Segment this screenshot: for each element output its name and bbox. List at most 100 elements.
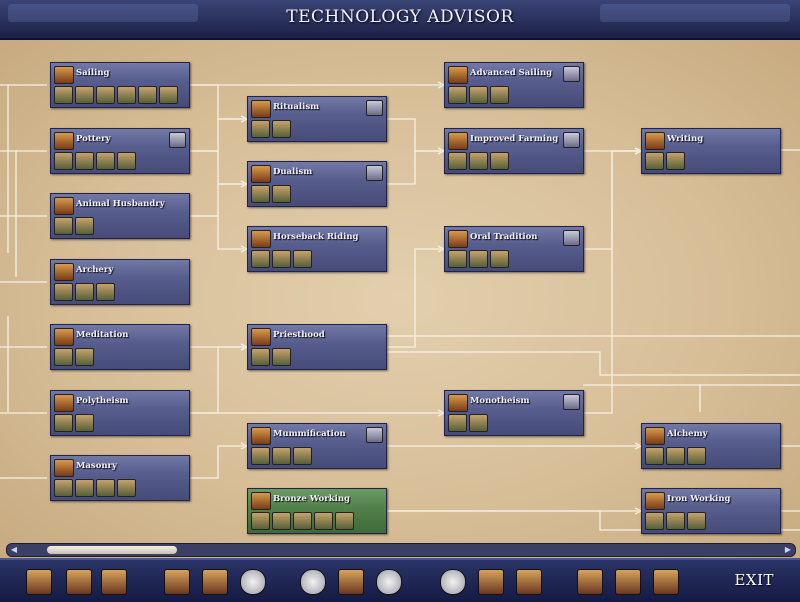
tech-card-meditation[interactable]: Meditation bbox=[50, 324, 190, 370]
unlock-icon[interactable] bbox=[54, 283, 73, 301]
unlock-icon[interactable] bbox=[645, 152, 664, 170]
unlock-icon[interactable] bbox=[645, 447, 664, 465]
unlock-icon[interactable] bbox=[251, 120, 270, 138]
unlock-icon[interactable] bbox=[54, 217, 73, 235]
unlock-icon[interactable] bbox=[448, 250, 467, 268]
advisor-icon[interactable] bbox=[516, 569, 542, 595]
unlock-icon[interactable] bbox=[272, 185, 291, 203]
unlock-icon[interactable] bbox=[54, 86, 73, 104]
unlock-icon[interactable] bbox=[75, 479, 94, 497]
unlock-icon[interactable] bbox=[251, 512, 270, 530]
unlock-icon[interactable] bbox=[293, 447, 312, 465]
disc-icon[interactable] bbox=[440, 569, 466, 595]
unlock-icon[interactable] bbox=[314, 512, 333, 530]
disc-icon[interactable] bbox=[376, 569, 402, 595]
tech-card-masonry[interactable]: Masonry bbox=[50, 455, 190, 501]
unlock-icon[interactable] bbox=[75, 348, 94, 366]
unlock-icon[interactable] bbox=[687, 447, 706, 465]
unlock-icon[interactable] bbox=[448, 152, 467, 170]
unlock-icon[interactable] bbox=[490, 250, 509, 268]
tech-card-improved-farming[interactable]: Improved Farming bbox=[444, 128, 584, 174]
unlock-icon[interactable] bbox=[117, 479, 136, 497]
unlock-icon[interactable] bbox=[54, 479, 73, 497]
unlock-icon[interactable] bbox=[293, 250, 312, 268]
unlock-icon[interactable] bbox=[666, 447, 685, 465]
advisor-icon[interactable] bbox=[577, 569, 603, 595]
unlock-icon[interactable] bbox=[469, 152, 488, 170]
unlock-icon[interactable] bbox=[687, 512, 706, 530]
unlock-icon[interactable] bbox=[251, 447, 270, 465]
unlock-icon[interactable] bbox=[272, 512, 291, 530]
scroll-right-arrow-icon[interactable]: ▶ bbox=[783, 545, 793, 555]
unlock-icon[interactable] bbox=[251, 348, 270, 366]
unlock-icon[interactable] bbox=[251, 185, 270, 203]
unlock-icon[interactable] bbox=[666, 512, 685, 530]
tech-card-oral-tradition[interactable]: Oral Tradition bbox=[444, 226, 584, 272]
tech-card-pottery[interactable]: Pottery bbox=[50, 128, 190, 174]
unlock-icon[interactable] bbox=[96, 479, 115, 497]
unlock-icon[interactable] bbox=[448, 86, 467, 104]
unlock-icon[interactable] bbox=[293, 512, 312, 530]
tech-name: Alchemy bbox=[667, 429, 708, 439]
tech-card-animal-husbandry[interactable]: Animal Husbandry bbox=[50, 193, 190, 239]
unlock-icon[interactable] bbox=[645, 512, 664, 530]
advisor-icon[interactable] bbox=[26, 569, 52, 595]
unlock-icon[interactable] bbox=[272, 348, 291, 366]
unlock-icon[interactable] bbox=[335, 512, 354, 530]
unlock-icon[interactable] bbox=[469, 250, 488, 268]
unlock-icon[interactable] bbox=[138, 86, 157, 104]
unlock-icon[interactable] bbox=[469, 414, 488, 432]
tech-card-dualism[interactable]: Dualism bbox=[247, 161, 387, 207]
advisor-icon[interactable] bbox=[101, 569, 127, 595]
scroll-left-arrow-icon[interactable]: ◀ bbox=[9, 545, 19, 555]
unlock-icon[interactable] bbox=[272, 447, 291, 465]
unlock-icon[interactable] bbox=[96, 283, 115, 301]
unlock-icon[interactable] bbox=[75, 152, 94, 170]
unlock-icon[interactable] bbox=[54, 348, 73, 366]
unlock-icon[interactable] bbox=[251, 250, 270, 268]
unlock-icon[interactable] bbox=[159, 86, 178, 104]
unlock-icon[interactable] bbox=[469, 86, 488, 104]
advisor-icon[interactable] bbox=[478, 569, 504, 595]
tech-card-writing[interactable]: Writing bbox=[641, 128, 781, 174]
tech-card-advanced-sailing[interactable]: Advanced Sailing bbox=[444, 62, 584, 108]
unlock-icon[interactable] bbox=[490, 152, 509, 170]
advisor-icon[interactable] bbox=[653, 569, 679, 595]
tech-card-horseback-riding[interactable]: Horseback Riding bbox=[247, 226, 387, 272]
unlock-icon[interactable] bbox=[54, 152, 73, 170]
tech-card-mummification[interactable]: Mummification bbox=[247, 423, 387, 469]
advisor-icon[interactable] bbox=[615, 569, 641, 595]
tech-card-bronze-working[interactable]: Bronze Working bbox=[247, 488, 387, 534]
unlock-icon[interactable] bbox=[490, 86, 509, 104]
tech-card-priesthood[interactable]: Priesthood bbox=[247, 324, 387, 370]
tech-card-ritualism[interactable]: Ritualism bbox=[247, 96, 387, 142]
horizontal-scrollbar[interactable]: ◀ ▶ bbox=[6, 543, 796, 557]
unlock-icon[interactable] bbox=[54, 414, 73, 432]
unlock-icon[interactable] bbox=[117, 152, 136, 170]
disc-icon[interactable] bbox=[240, 569, 266, 595]
unlock-icon[interactable] bbox=[117, 86, 136, 104]
unlock-icon[interactable] bbox=[75, 414, 94, 432]
exit-button[interactable]: EXIT bbox=[734, 571, 774, 589]
unlock-icon[interactable] bbox=[96, 86, 115, 104]
unlock-icon[interactable] bbox=[75, 86, 94, 104]
advisor-icon[interactable] bbox=[164, 569, 190, 595]
unlock-icon[interactable] bbox=[75, 283, 94, 301]
disc-icon[interactable] bbox=[300, 569, 326, 595]
tech-card-iron-working[interactable]: Iron Working bbox=[641, 488, 781, 534]
tech-card-sailing[interactable]: Sailing bbox=[50, 62, 190, 108]
tech-card-polytheism[interactable]: Polytheism bbox=[50, 390, 190, 436]
unlock-icon[interactable] bbox=[448, 414, 467, 432]
tech-card-alchemy[interactable]: Alchemy bbox=[641, 423, 781, 469]
unlock-icon[interactable] bbox=[272, 120, 291, 138]
advisor-icon[interactable] bbox=[66, 569, 92, 595]
scrollbar-thumb[interactable] bbox=[47, 546, 177, 554]
tech-card-monotheism[interactable]: Monotheism bbox=[444, 390, 584, 436]
unlock-icon[interactable] bbox=[272, 250, 291, 268]
advisor-icon[interactable] bbox=[338, 569, 364, 595]
unlock-icon[interactable] bbox=[75, 217, 94, 235]
wonder-icon[interactable] bbox=[202, 569, 228, 595]
tech-card-archery[interactable]: Archery bbox=[50, 259, 190, 305]
unlock-icon[interactable] bbox=[666, 152, 685, 170]
unlock-icon[interactable] bbox=[96, 152, 115, 170]
